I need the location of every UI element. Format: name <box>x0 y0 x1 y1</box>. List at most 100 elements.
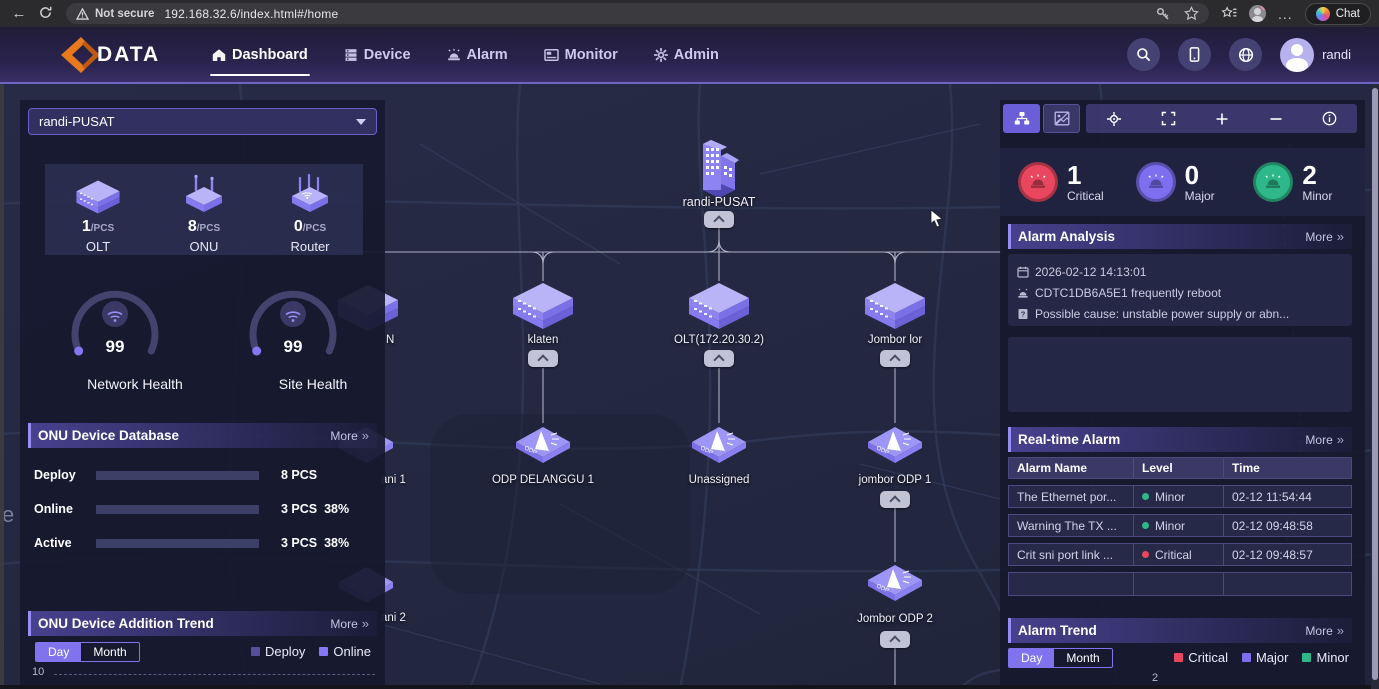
user-menu[interactable]: randi <box>1280 38 1351 72</box>
cdata-logo: DATA <box>55 35 205 75</box>
map-view-button[interactable] <box>1043 104 1080 133</box>
collapse-button-klaten[interactable] <box>528 350 558 367</box>
alarm-trend-header: Alarm Trend More» <box>1008 618 1352 643</box>
collapse-button-root[interactable] <box>704 211 734 228</box>
onu-trend-legend: Deploy Online <box>251 644 371 659</box>
node-label-ani1[interactable]: ani 1 <box>381 474 421 486</box>
node-icon-unassigned[interactable]: ODP <box>690 425 748 476</box>
dashboard-left-panel: randi-PUSAT 1/PCS OLT 8/PCS ONU <box>20 100 385 689</box>
user-avatar <box>1280 38 1314 72</box>
collections-icon[interactable] <box>1221 6 1237 21</box>
critical-siren-icon <box>1018 162 1058 202</box>
browser-profile-avatar[interactable] <box>1249 5 1266 22</box>
alarm-summary-minor[interactable]: 2 Minor <box>1241 148 1359 216</box>
svg-text:?: ? <box>1021 309 1026 318</box>
password-key-icon[interactable] <box>1156 7 1170 21</box>
onu-database-more-link[interactable]: More» <box>330 428 369 443</box>
info-icon[interactable] <box>1322 111 1337 126</box>
alarm-trend-month-tab[interactable]: Month <box>1054 649 1111 667</box>
scrollbar-thumb[interactable] <box>1372 88 1378 680</box>
alarm-summary-major[interactable]: 0 Major <box>1124 148 1242 216</box>
node-icon-jombor-lor[interactable] <box>863 281 927 336</box>
tab-dashboard[interactable]: Dashboard <box>212 27 308 82</box>
level-dot <box>1142 551 1149 558</box>
chevron-down-icon <box>356 119 366 125</box>
realtime-alarm-more-link[interactable]: More» <box>1305 432 1344 447</box>
node-label-odp-delanggu[interactable]: ODP DELANGGU 1 <box>468 474 618 486</box>
olt-device-icon <box>75 172 121 216</box>
tab-admin[interactable]: Admin <box>654 27 719 82</box>
stat-router[interactable]: 0/PCS Router <box>257 164 363 255</box>
collapse-button-jombor-odp2[interactable] <box>880 631 910 648</box>
onu-trend-more-link[interactable]: More» <box>330 616 369 631</box>
mobile-app-button[interactable] <box>1178 38 1211 71</box>
language-button[interactable] <box>1229 38 1262 71</box>
bar-row-active: Active 3 PCS 38% <box>34 534 374 552</box>
page-scrollbar[interactable] <box>1371 84 1379 689</box>
node-icon-klaten[interactable] <box>511 281 575 336</box>
node-label-root[interactable]: randi-PUSAT <box>644 195 794 209</box>
zoom-out-icon[interactable] <box>1269 112 1283 126</box>
search-button[interactable] <box>1127 38 1160 71</box>
fullscreen-icon[interactable] <box>1161 111 1176 126</box>
svg-text:99: 99 <box>106 337 125 356</box>
monitor-icon <box>544 48 559 62</box>
home-icon <box>212 48 226 62</box>
node-icon-randi-pusat[interactable] <box>691 138 747 203</box>
alarm-summary-critical[interactable]: 1 Critical <box>1006 148 1124 216</box>
bookmark-star-icon[interactable] <box>1184 6 1199 21</box>
onu-trend-gridline <box>54 674 375 675</box>
browser-back-icon[interactable]: ← <box>6 5 32 22</box>
tab-alarm[interactable]: Alarm <box>447 27 508 82</box>
map-image-icon <box>1054 111 1070 126</box>
collapse-button-jombor-lor[interactable] <box>880 350 910 367</box>
node-label-ani2[interactable]: ani 2 <box>381 612 421 624</box>
node-icon-odp-delanggu[interactable]: ODP <box>514 425 572 476</box>
stat-onu[interactable]: 8/PCS ONU <box>151 164 257 255</box>
table-row[interactable]: Crit sni port link ... Critical 02-12 09… <box>1008 543 1352 566</box>
zoom-in-icon[interactable] <box>1215 112 1229 126</box>
search-icon <box>1136 47 1151 62</box>
alarm-trend-more-link[interactable]: More» <box>1305 623 1344 638</box>
table-row[interactable]: The Ethernet por... Minor 02-12 11:54:44 <box>1008 485 1352 508</box>
onu-trend-day-tab[interactable]: Day <box>36 643 81 661</box>
browser-reload-icon[interactable] <box>32 6 58 22</box>
dashboard-right-panel: 1 Critical 0 Major 2 Minor <box>1000 100 1365 689</box>
alarm-trend-day-tab[interactable]: Day <box>1009 649 1054 667</box>
alarm-analysis-more-link[interactable]: More» <box>1305 229 1344 244</box>
node-label-olt[interactable]: OLT(172.20.30.2) <box>644 334 794 346</box>
url-text[interactable]: 192.168.32.6/index.html#/home <box>164 7 338 21</box>
node-icon-jombor-odp1[interactable]: ODP <box>866 425 924 476</box>
onu-trend-header: ONU Device Addition Trend More» <box>28 611 377 636</box>
node-icon-olt[interactable] <box>687 281 751 336</box>
table-row[interactable]: Warning The TX ... Minor 02-12 09:48:58 <box>1008 514 1352 537</box>
node-label-klaten[interactable]: klaten <box>468 334 618 346</box>
alarm-analysis-card[interactable]: 2026-02-12 14:13:01 CDTC1DB6A5E1 frequen… <box>1008 254 1352 326</box>
active-bar <box>96 539 259 548</box>
node-label-unassigned[interactable]: Unassigned <box>644 474 794 486</box>
node-icon-jombor-odp2[interactable]: ODP <box>866 563 924 614</box>
tab-device[interactable]: Device <box>344 27 411 82</box>
browser-menu-icon[interactable]: ... <box>1278 6 1293 22</box>
address-bar[interactable]: Not secure 192.168.32.6/index.html#/home <box>66 3 1209 24</box>
map-controls <box>1086 104 1357 133</box>
online-bar <box>96 505 259 514</box>
node-label-jombor-lor[interactable]: Jombor lor <box>820 334 970 346</box>
tab-monitor[interactable]: Monitor <box>544 27 618 82</box>
onu-trend-month-tab[interactable]: Month <box>81 643 138 661</box>
onu-trend-toggle: Day Month <box>35 642 140 662</box>
site-selector-dropdown[interactable]: randi-PUSAT <box>28 108 377 135</box>
locate-icon[interactable] <box>1106 111 1122 127</box>
stat-olt[interactable]: 1/PCS OLT <box>45 164 151 255</box>
topology-icon <box>1014 111 1030 126</box>
node-label-jombor-odp2[interactable]: Jombor ODP 2 <box>820 613 970 625</box>
site-health-gauge: 99 <box>233 286 353 378</box>
collapse-button-jombor-odp1[interactable] <box>880 491 910 508</box>
collapse-button-olt[interactable] <box>704 350 734 367</box>
node-label-n[interactable]: N <box>386 334 426 346</box>
node-label-jombor-odp1[interactable]: jombor ODP 1 <box>820 474 970 486</box>
copilot-chat-button[interactable]: Chat <box>1305 3 1371 25</box>
device-stats-box: 1/PCS OLT 8/PCS ONU 0/PCS Router <box>45 164 363 255</box>
major-siren-icon <box>1136 162 1176 202</box>
topology-view-button[interactable] <box>1003 104 1040 133</box>
